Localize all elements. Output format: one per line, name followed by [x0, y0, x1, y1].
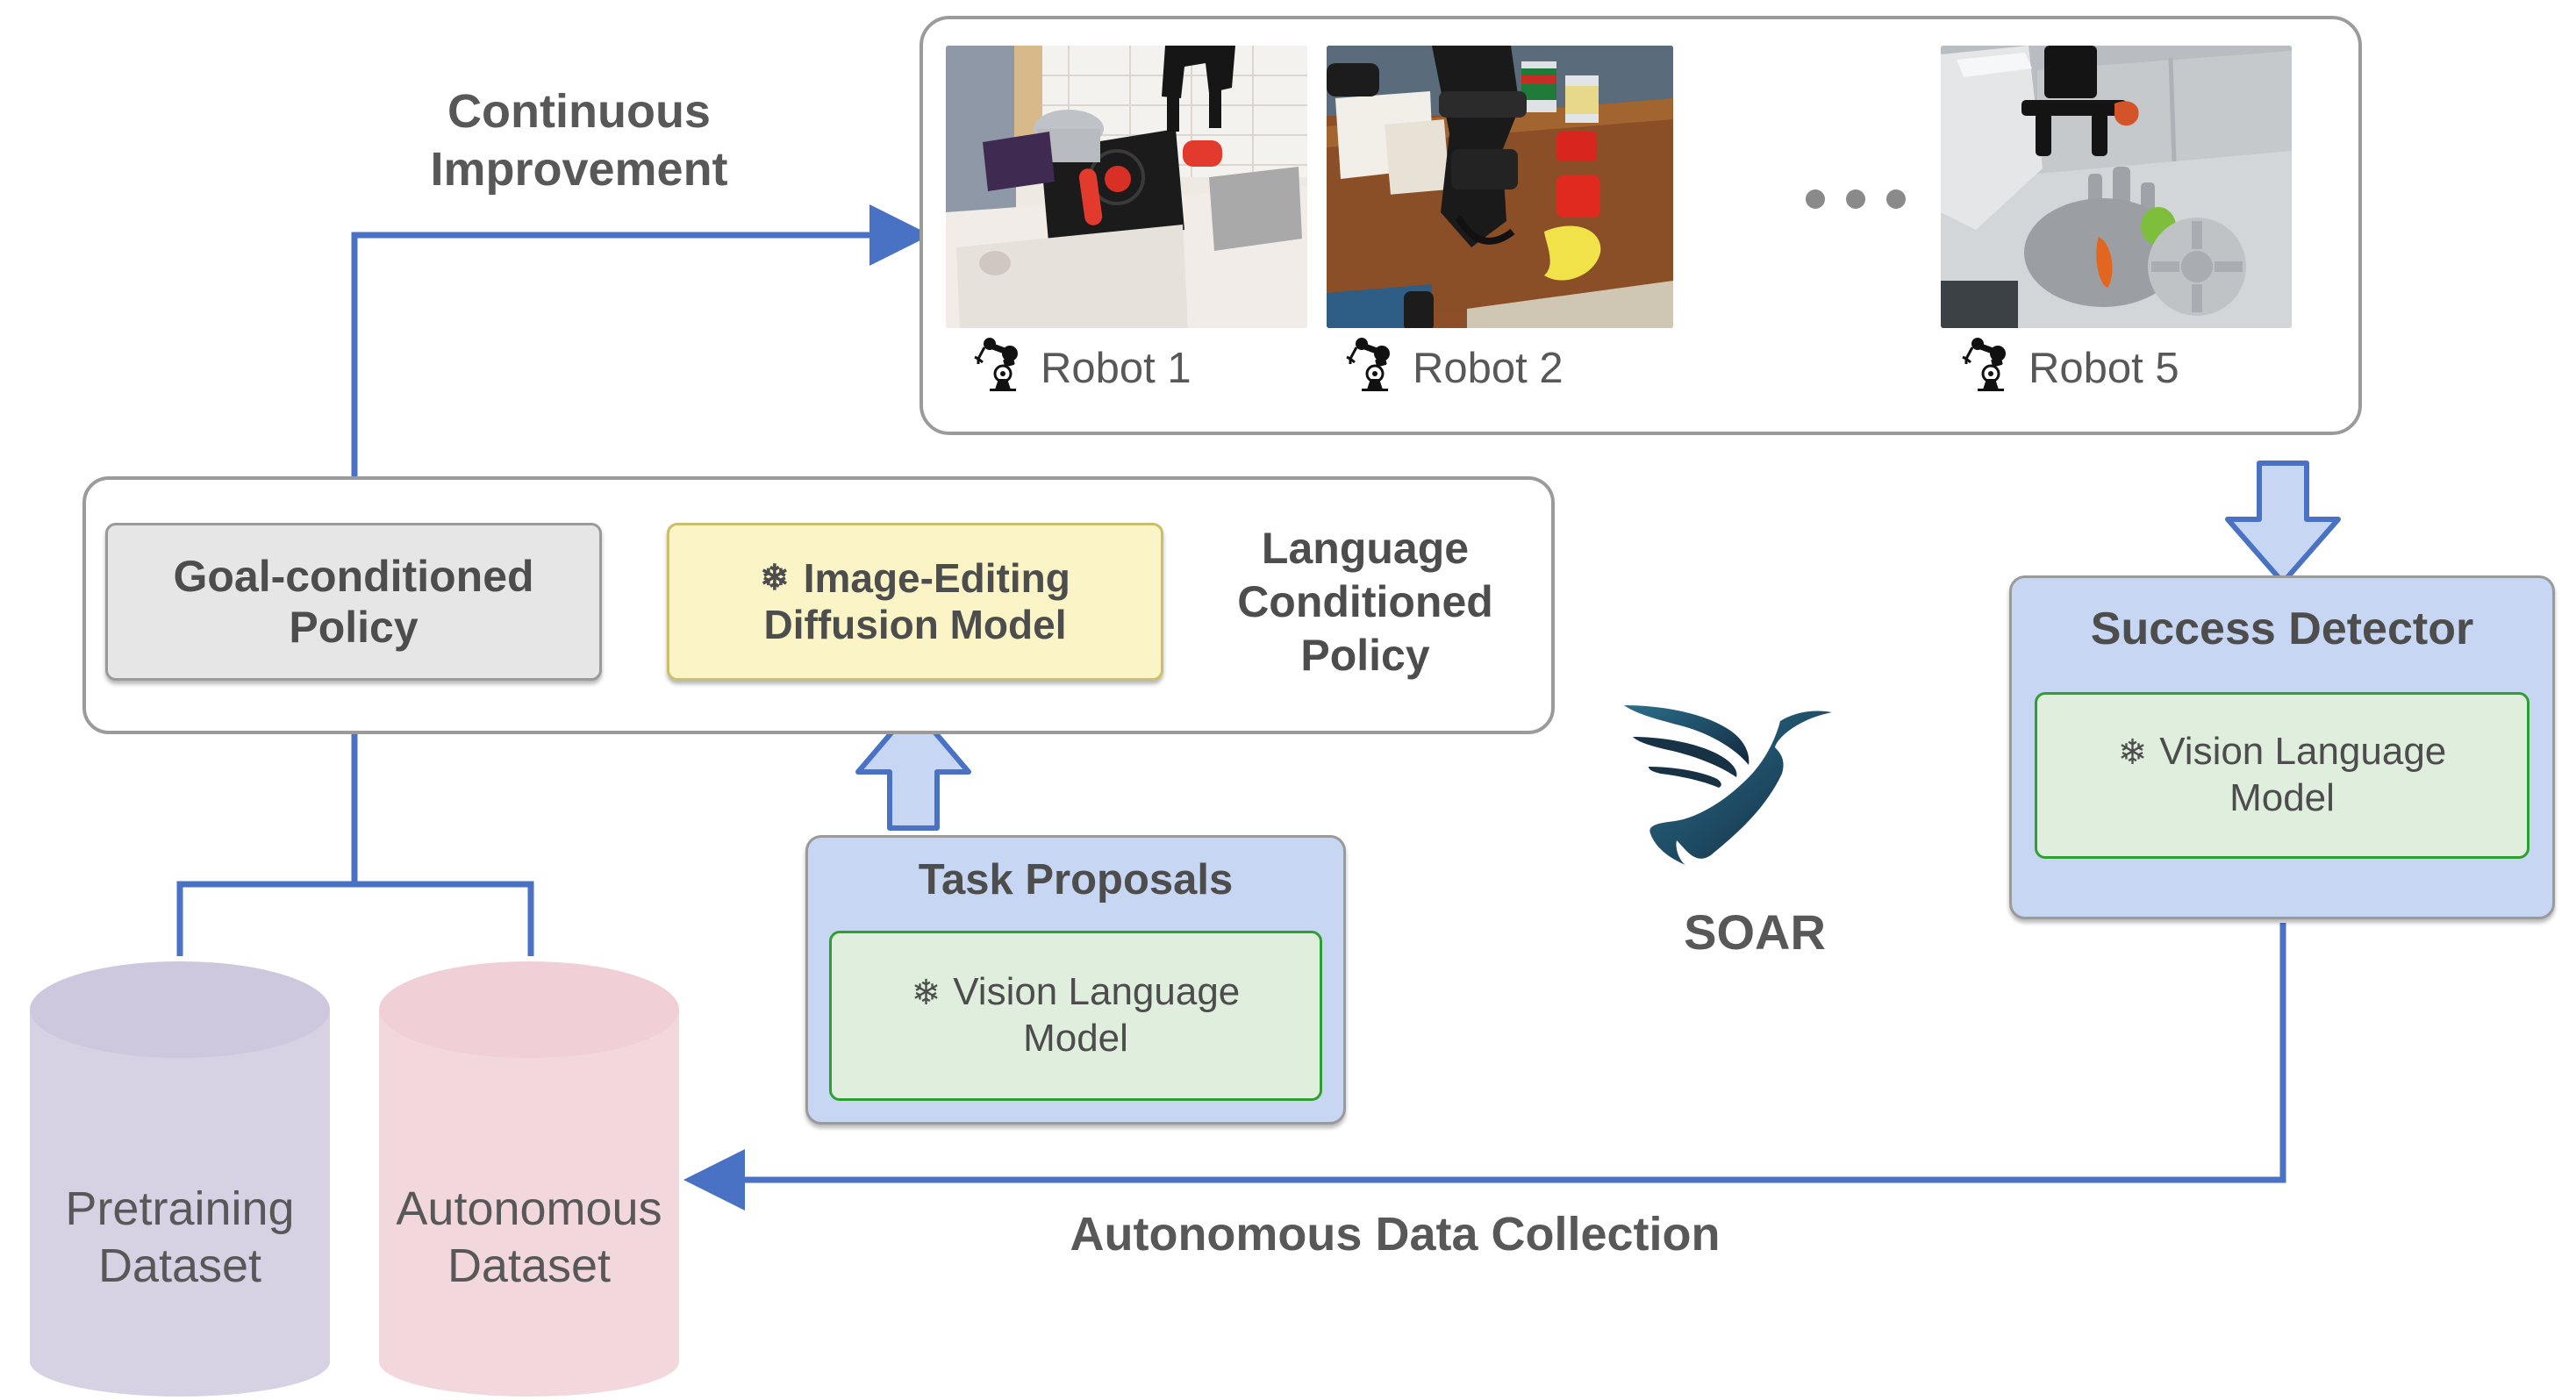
- soar-bird-logo: [1619, 693, 1891, 912]
- snowflake-icon: ❄: [2117, 732, 2148, 772]
- robot-scene-image-5: [1941, 46, 2292, 328]
- soar-wordmark: SOAR: [1684, 904, 1826, 960]
- robot-label: Robot 2: [1413, 345, 1563, 392]
- arrow-robots-to-success-detector: [2225, 461, 2341, 585]
- robot-scene-image-1: [946, 46, 1307, 328]
- pretraining-dataset-cylinder[interactable]: Pretraining Dataset: [30, 961, 330, 1396]
- robot-caption-1: Robot 1: [974, 335, 1191, 402]
- robot-arm-icon: [1346, 335, 1400, 402]
- language-conditioned-policy-label: Language Conditioned Policy: [1199, 509, 1532, 695]
- robots-panel: Robot 1 Robot 2 Robot 5: [919, 16, 2362, 435]
- goal-conditioned-policy-box[interactable]: Goal-conditioned Policy: [105, 523, 602, 681]
- robot-scene-image-2: [1327, 46, 1673, 328]
- robot-cell-2[interactable]: Robot 2: [1327, 46, 1678, 414]
- autonomous-dataset-line-1: Autonomous: [396, 1182, 662, 1235]
- snowflake-icon: ❄: [760, 559, 790, 598]
- sd-vlm-line-1: Vision Language: [2159, 730, 2447, 774]
- success-detector-vlm-box[interactable]: ❄ Vision Language Model: [2035, 692, 2529, 859]
- success-detector-box[interactable]: Success Detector ❄ Vision Language Model: [2009, 575, 2555, 919]
- lcp-line-3: Policy: [1300, 630, 1430, 680]
- goal-conditioned-policy-line-2: Policy: [289, 603, 419, 652]
- goal-conditioned-policy-line-1: Goal-conditioned: [173, 552, 534, 601]
- continuous-improvement-line-1: Continuous: [447, 85, 711, 138]
- robot-cell-5[interactable]: Robot 5: [1941, 46, 2301, 414]
- continuous-improvement-label: Continuous Improvement: [369, 83, 790, 199]
- robot-caption-5: Robot 5: [1962, 335, 2179, 402]
- snowflake-icon: ❄: [911, 973, 941, 1012]
- task-proposals-box[interactable]: Task Proposals ❄ Vision Language Model: [805, 835, 1346, 1125]
- robot-caption-2: Robot 2: [1346, 335, 1563, 402]
- lcp-line-1: Language: [1261, 523, 1470, 573]
- robot-arm-icon: [974, 335, 1028, 402]
- autonomous-data-collection-label: Autonomous Data Collection: [1070, 1208, 1721, 1261]
- task-proposals-vlm-box[interactable]: ❄ Vision Language Model: [829, 931, 1322, 1101]
- diagram-canvas: Robot 1 Robot 2 Robot 5 Continuous Impro…: [0, 0, 2576, 1400]
- robot-arm-icon: [1962, 335, 2016, 402]
- autonomous-dataset-line-2: Dataset: [447, 1239, 612, 1292]
- autonomous-dataset-cylinder[interactable]: Autonomous Dataset: [379, 961, 679, 1396]
- tp-vlm-line-1: Vision Language: [953, 970, 1241, 1014]
- image-editing-line-1: Image-Editing: [803, 554, 1070, 601]
- robot-label: Robot 5: [2029, 345, 2179, 392]
- pretraining-dataset-line-2: Dataset: [97, 1239, 262, 1292]
- robot-cell-1[interactable]: Robot 1: [946, 46, 1307, 414]
- image-editing-diffusion-model-box[interactable]: ❄ Image-Editing Diffusion Model: [667, 523, 1163, 681]
- robot-label: Robot 1: [1041, 345, 1191, 392]
- tp-vlm-line-2: Model: [1023, 1017, 1128, 1060]
- lcp-line-2: Conditioned: [1237, 576, 1493, 626]
- success-detector-title: Success Detector: [2090, 604, 2474, 654]
- image-editing-line-2: Diffusion Model: [763, 602, 1067, 647]
- continuous-improvement-line-2: Improvement: [430, 142, 728, 196]
- robots-ellipsis: [1806, 189, 1906, 209]
- task-proposals-title: Task Proposals: [918, 856, 1234, 904]
- pretraining-dataset-line-1: Pretraining: [65, 1182, 295, 1235]
- sd-vlm-line-2: Model: [2229, 776, 2335, 819]
